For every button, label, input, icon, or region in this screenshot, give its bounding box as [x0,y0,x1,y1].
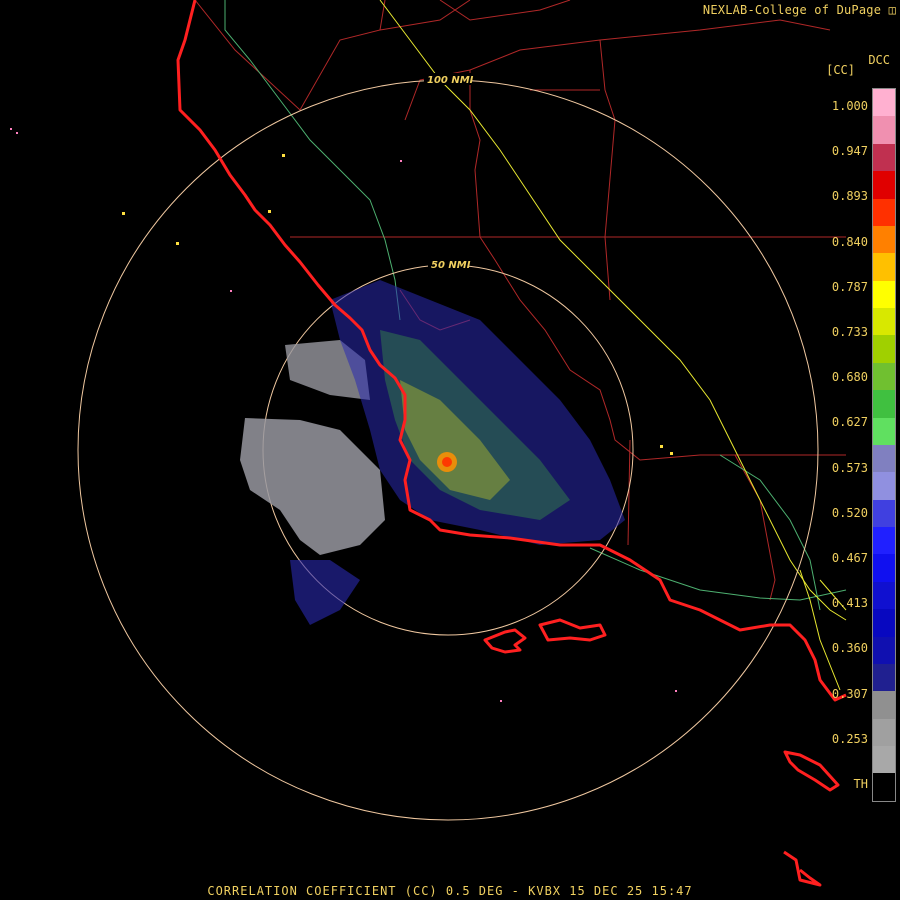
color-scale-tick-label: 0.413 [831,596,868,611]
color-scale-segment [873,691,895,719]
radar-map: 100 NMI 50 NMI [10,0,847,887]
product-caption: CORRELATION COEFFICIENT (CC) 0.5 DEG - K… [207,884,693,898]
color-scale-segment [873,444,895,473]
color-scale-tick-label: 0.467 [831,551,868,565]
color-scale-segment [873,308,895,336]
color-scale-tick-label: 0.893 [831,189,868,204]
color-scale-tick-label: 0.627 [831,415,868,430]
island-1 [483,628,527,654]
color-scale-segment [873,198,895,226]
color-scale-tick-label: 0.733 [831,325,868,339]
color-scale-tick-label: 0.680 [831,370,868,385]
color-scale-segment [873,225,895,254]
color-scale-segment [873,609,895,637]
color-scale-segment [873,417,895,445]
color-scale-segment [873,773,895,801]
color-scale-segment [873,581,895,610]
product-abbr: [CC] [826,63,855,77]
color-scale-segment [873,89,895,117]
color-scale-segment [873,663,895,692]
color-scale-tick-label: 0.360 [831,641,868,656]
color-scale-tick-label: TH [853,777,868,791]
color-scale-segment [873,390,895,418]
color-scale-tick-label: 0.787 [831,279,868,294]
radar-echoes [10,128,677,702]
echo-region-blue-southwest [290,560,360,625]
product-code: DCC [868,53,890,67]
color-scale-segment [873,362,895,391]
island-3 [783,750,840,792]
color-scale-tick-label: 0.253 [831,731,868,746]
color-scale-segment [873,335,895,363]
color-scale-segment [873,527,895,555]
range-ring-label-50: 50 NMI [431,260,471,271]
color-scale-tick-label: 0.307 [831,686,868,701]
color-scale-tick-label: 0.573 [831,460,868,475]
color-scale-segment [873,116,895,144]
brand-text: NEXLAB-College of DuPage [702,3,882,17]
color-scale-segment [873,636,895,664]
color-scale-segment [873,280,895,308]
color-scale-segment [873,554,895,582]
color-scale-segment [873,718,895,746]
range-ring-label-100: 100 NMI [427,75,474,86]
color-scale-tick-label: 1.000 [831,99,868,113]
color-scale-segment [873,746,895,774]
color-scale-segment [873,143,895,172]
color-scale-bar [872,88,896,802]
color-scale-segment [873,171,895,199]
color-scale-tick-label: 0.520 [831,505,868,520]
brand-label: NEXLAB-College of DuPage ◫ [703,3,896,17]
color-scale-tick-label: 0.947 [831,144,868,159]
echo-region-gray-west [240,418,385,555]
color-scale-segment [873,499,895,527]
color-scale-segment [873,472,895,500]
color-scale-segment [873,253,895,281]
color-scale-tick-label: 0.840 [831,234,868,249]
island-2 [538,618,607,642]
nexlab-logo-icon: ◫ [888,3,896,17]
